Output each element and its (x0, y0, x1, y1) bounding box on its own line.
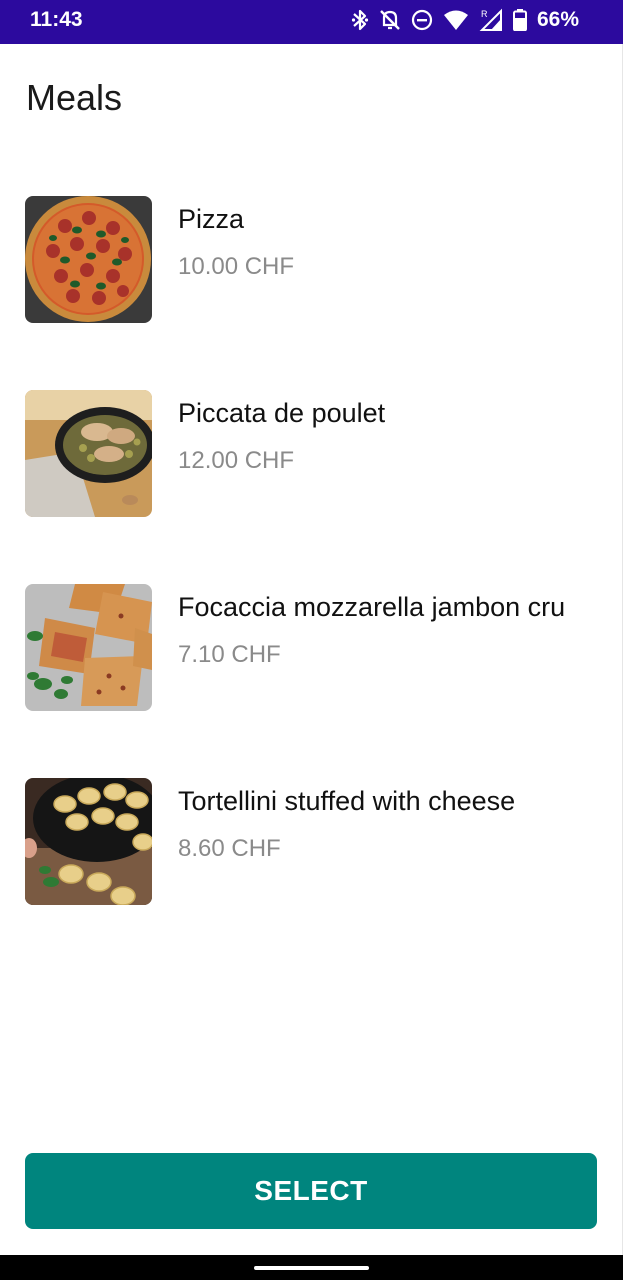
cell-signal-icon: R (479, 8, 503, 32)
battery-icon (512, 9, 527, 31)
focaccia-image (25, 584, 152, 711)
bluetooth-icon (351, 8, 369, 32)
meal-price: 7.10 CHF (178, 641, 281, 668)
meal-name: Pizza (178, 204, 245, 234)
meal-price: 12.00 CHF (178, 447, 295, 474)
meal-list-item[interactable]: Piccata de poulet 12.00 CHF (0, 390, 623, 550)
tortellini-image (25, 778, 152, 905)
meal-list-item[interactable]: Focaccia mozzarella jambon cru 7.10 CHF (0, 584, 623, 744)
select-button[interactable]: SELECT (25, 1153, 597, 1229)
meal-list-item[interactable]: Pizza 10.00 CHF (0, 196, 623, 356)
status-bar: 11:43 R 66% (0, 0, 623, 44)
bell-off-icon (379, 8, 401, 32)
status-icons: R 66% (351, 7, 579, 33)
do-not-disturb-icon (411, 9, 433, 31)
chicken-piccata-image (25, 390, 152, 517)
meal-list-item[interactable]: Tortellini stuffed with cheese 8.60 CHF (0, 778, 623, 938)
page-title: Meals (26, 77, 123, 118)
svg-text:R: R (481, 9, 488, 19)
meals-screen: Meals Pizza 10.00 CHF Piccata de poulet … (0, 44, 623, 1255)
pizza-image (25, 196, 152, 323)
meal-price: 8.60 CHF (178, 835, 281, 862)
home-gesture-handle[interactable] (254, 1266, 369, 1270)
meal-name: Tortellini stuffed with cheese (178, 786, 516, 816)
meal-name: Piccata de poulet (178, 398, 386, 428)
status-time: 11:43 (30, 8, 83, 31)
meal-price: 10.00 CHF (178, 253, 295, 280)
wifi-icon (443, 9, 469, 31)
navigation-bar (0, 1255, 623, 1280)
meal-name: Focaccia mozzarella jambon cru (178, 592, 566, 622)
battery-percent: 66% (536, 8, 579, 31)
